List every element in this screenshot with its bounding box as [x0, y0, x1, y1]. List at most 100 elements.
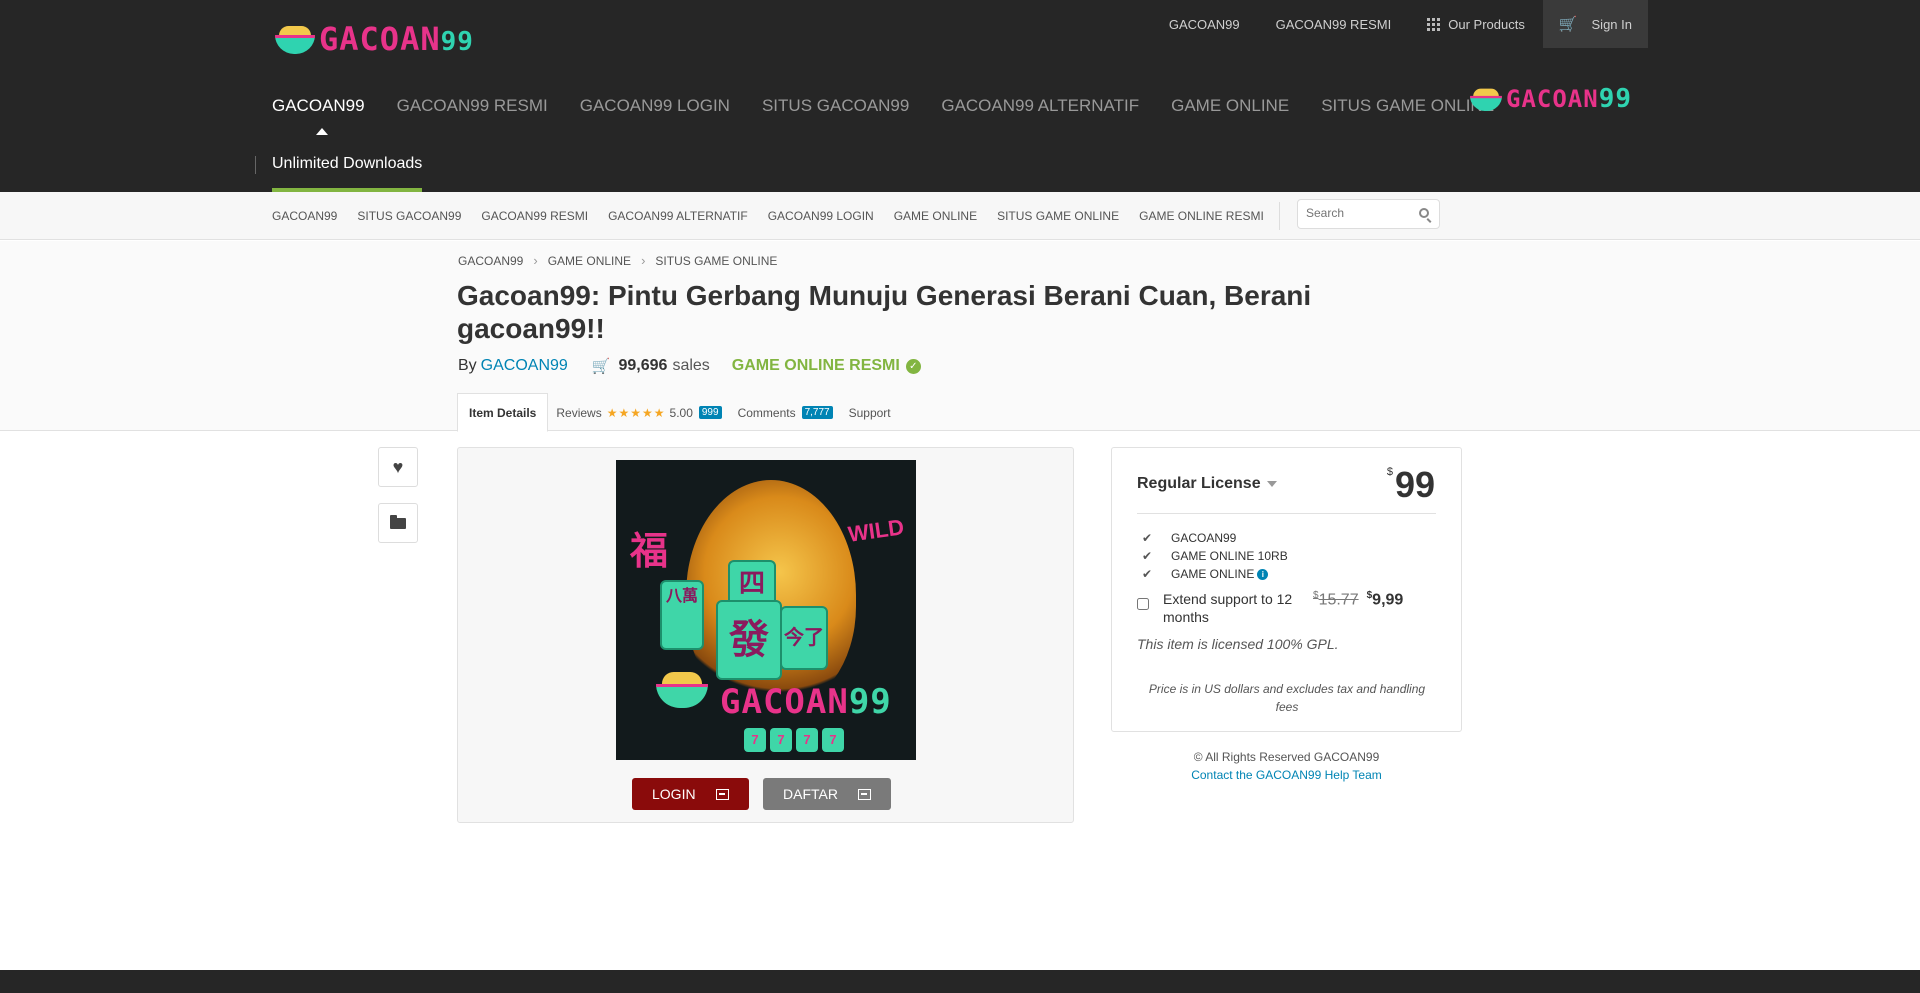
top-link-gacoan99-resmi[interactable]: GACOAN99 RESMI: [1258, 0, 1410, 48]
bowl-icon: [656, 672, 708, 708]
mahjong-tile: 今了: [780, 606, 828, 670]
help-team-link[interactable]: Contact the GACOAN99 Help Team: [1111, 766, 1462, 784]
unlimited-downloads-tab[interactable]: Unlimited Downloads: [255, 150, 423, 192]
tab-item-details[interactable]: Item Details: [457, 393, 549, 432]
nav-logo-number: 99: [1598, 84, 1633, 114]
chevron-right-icon: ›: [533, 253, 538, 268]
page-title: Gacoan99: Pintu Gerbang Munuju Generasi …: [457, 280, 1312, 344]
sales-count: 99,696: [618, 357, 668, 374]
feature-label: GAME ONLINE: [1171, 567, 1255, 581]
category-bar: GACOAN99 SITUS GACOAN99 GACOAN99 RESMI G…: [0, 192, 1920, 240]
tab-support[interactable]: Support: [841, 393, 899, 432]
mahjong-tile: 八萬: [660, 580, 704, 650]
extend-support-prices: $15.77 $9,99: [1313, 590, 1403, 609]
rating-value: 5.00: [669, 405, 693, 420]
tab-reviews[interactable]: Reviews ★★★★★ 5.00 999: [548, 393, 729, 432]
divider: [1137, 513, 1436, 514]
divider: [255, 156, 256, 174]
license-selector[interactable]: Regular License: [1137, 475, 1277, 493]
search-icon[interactable]: [1419, 208, 1429, 218]
heart-icon: ♥: [392, 456, 404, 477]
category-link-game-online-resmi[interactable]: GAME ONLINE RESMI: [1139, 209, 1264, 223]
official-badge: GAME ONLINE RESMI: [731, 357, 900, 374]
reviews-count-badge: 999: [698, 406, 722, 419]
new-price-value: 9,99: [1372, 591, 1404, 609]
currency-symbol: $: [1386, 466, 1393, 478]
gpl-note: This item is licensed 100% GPL.: [1137, 636, 1339, 652]
folder-icon: [390, 514, 406, 529]
preview-brand-number: 99: [848, 682, 892, 722]
breadcrumb: GACOAN99 › GAME ONLINE › SITUS GAME ONLI…: [458, 253, 777, 268]
sign-in-button[interactable]: 🛒 Sign In: [1542, 0, 1648, 48]
favorite-button[interactable]: ♥: [378, 447, 418, 487]
cart-icon: 🛒: [1558, 16, 1578, 33]
purchase-panel: Regular License $99 ✔ GACOAN99 ✔ GAME ONLI…: [1111, 447, 1462, 732]
top-link-gacoan99[interactable]: GACOAN99: [1151, 0, 1258, 48]
checkmark-icon: ✔: [1142, 531, 1153, 545]
comments-count-badge: 7,777: [801, 406, 833, 419]
breadcrumb-item[interactable]: GAME ONLINE: [548, 254, 631, 268]
fortune-glyph: 福: [630, 531, 669, 573]
main-nav-game-online[interactable]: GAME ONLINE: [1171, 96, 1289, 116]
tab-comments-label: Comments: [737, 405, 796, 420]
preview-brand-text: GACOAN: [720, 682, 849, 722]
license-price: $99: [1387, 464, 1435, 506]
main-nav-gacoan99-alternatif[interactable]: GACOAN99 ALTERNATIF: [941, 96, 1139, 116]
main-nav-gacoan99[interactable]: GACOAN99: [272, 96, 365, 135]
register-button[interactable]: DAFTAR: [763, 778, 891, 810]
bowl-logo-icon: [1470, 87, 1502, 111]
search-input[interactable]: [1306, 200, 1416, 226]
rights-text: © All Rights Reserved GACOAN99: [1193, 750, 1380, 764]
extend-support-label: Extend support to 12 months: [1163, 591, 1293, 625]
preview-brand: GACOAN99: [720, 682, 892, 722]
new-price: $9,99: [1367, 590, 1404, 609]
main-nav-situs-gacoan99[interactable]: SITUS GACOAN99: [762, 96, 909, 116]
feature-label: GACOAN99: [1171, 531, 1237, 545]
breadcrumb-item[interactable]: SITUS GAME ONLINE: [655, 254, 777, 268]
sign-in-label: Sign In: [1591, 16, 1632, 32]
main-nav-gacoan99-resmi[interactable]: GACOAN99 RESMI: [397, 96, 548, 116]
category-link-gacoan99-resmi[interactable]: GACOAN99 RESMI: [481, 209, 588, 223]
feature-item: ✔ GACOAN99: [1142, 529, 1288, 547]
main-nav: GACOAN99 GACOAN99 RESMI GACOAN99 LOGIN S…: [272, 96, 1526, 135]
unlimited-downloads-label: Unlimited Downloads: [272, 150, 423, 192]
our-products-label: Our Products: [1448, 16, 1525, 32]
site-header: GACOAN99 GACOAN99 GACOAN99 RESMI Our Pro…: [0, 0, 1920, 192]
nav-logo[interactable]: GACOAN99: [1466, 84, 1632, 114]
site-logo[interactable]: GACOAN99: [275, 20, 474, 58]
collection-button[interactable]: [378, 503, 418, 543]
side-actions: ♥: [378, 447, 418, 559]
search-box: [1297, 199, 1440, 229]
checkmark-icon: ✔: [1142, 567, 1153, 581]
item-meta: By GACOAN99 🛒 99,696 sales GAME ONLINE R…: [458, 357, 921, 375]
info-icon[interactable]: i: [1257, 568, 1269, 580]
register-label: DAFTAR: [783, 786, 838, 802]
category-link-gacoan99-alternatif[interactable]: GACOAN99 ALTERNATIF: [608, 209, 748, 223]
category-link-situs-gacoan99[interactable]: SITUS GACOAN99: [357, 209, 461, 223]
license-title: Regular License: [1137, 475, 1261, 492]
caret-down-icon: [1266, 481, 1277, 487]
mahjong-tile: 發: [716, 600, 782, 680]
main-nav-gacoan99-login[interactable]: GACOAN99 LOGIN: [580, 96, 730, 116]
license-features: ✔ GACOAN99 ✔ GAME ONLINE 10RB ✔ GAME ONLINE…: [1142, 529, 1288, 583]
preview-image: 福 WILD 四 發 今了 八萬 GACOAN99 7 7 7 7: [616, 460, 916, 760]
extend-support-checkbox[interactable]: [1137, 598, 1149, 610]
category-link-game-online[interactable]: GAME ONLINE: [894, 209, 977, 223]
extend-support-option: Extend support to 12 months $15.77 $9,99: [1137, 590, 1437, 626]
check-circle-icon: ✓: [905, 358, 921, 374]
tab-comments[interactable]: Comments 7,777: [730, 393, 841, 432]
grid-icon: [1427, 17, 1441, 31]
our-products-link[interactable]: Our Products: [1409, 0, 1543, 48]
category-links: GACOAN99 SITUS GACOAN99 GACOAN99 RESMI G…: [272, 192, 1284, 240]
sales-label: sales: [672, 357, 710, 374]
by-label: By: [458, 357, 477, 374]
breadcrumb-item[interactable]: GACOAN99: [458, 254, 523, 268]
category-link-gacoan99[interactable]: GACOAN99: [272, 209, 337, 223]
old-price: $15.77: [1313, 590, 1359, 609]
wild-symbol: WILD: [846, 514, 906, 547]
login-button[interactable]: LOGIN: [632, 778, 749, 810]
slot-reel: 7: [796, 728, 818, 752]
category-link-gacoan99-login[interactable]: GACOAN99 LOGIN: [768, 209, 874, 223]
category-link-situs-game-online[interactable]: SITUS GAME ONLINE: [997, 209, 1119, 223]
author-link[interactable]: GACOAN99: [481, 357, 568, 375]
